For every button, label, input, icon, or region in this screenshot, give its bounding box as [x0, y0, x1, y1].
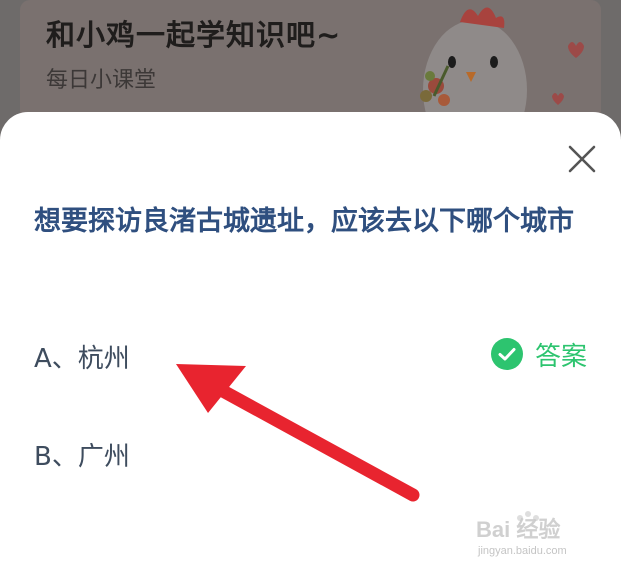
- watermark-brand: Bai 经验: [476, 517, 561, 542]
- red-arrow-annotation: [176, 364, 420, 502]
- watermark-url: jingyan.baidu.com: [478, 545, 567, 557]
